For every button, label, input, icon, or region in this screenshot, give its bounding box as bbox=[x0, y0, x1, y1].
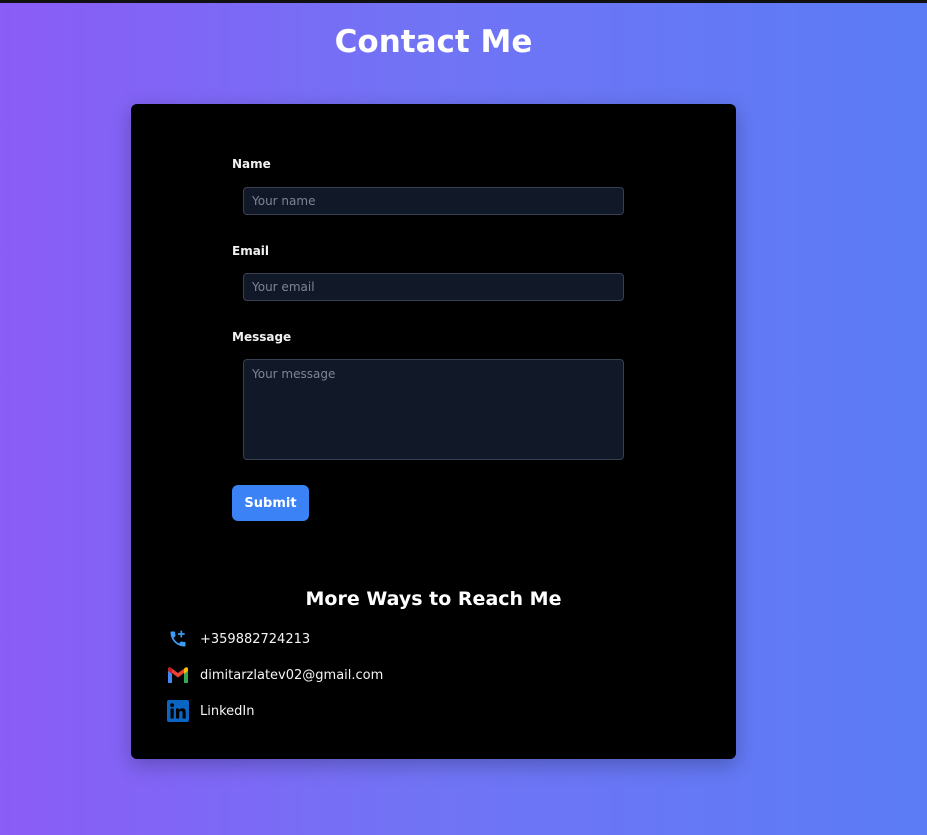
linkedin-contact-link[interactable]: LinkedIn bbox=[166, 700, 254, 722]
more-ways-title: More Ways to Reach Me bbox=[305, 588, 562, 610]
email-contact-link[interactable]: dimitarzlatev02@gmail.com bbox=[166, 664, 383, 686]
gmail-icon bbox=[166, 664, 190, 686]
contact-card: Name Email Message Submit More Ways to R… bbox=[131, 104, 736, 759]
page-title: Contact Me bbox=[334, 24, 533, 60]
email-label: Email bbox=[232, 244, 270, 258]
window-top-border bbox=[0, 0, 927, 3]
phone-number-text: +359882724213 bbox=[200, 631, 311, 647]
email-address-text: dimitarzlatev02@gmail.com bbox=[200, 667, 384, 683]
message-label: Message bbox=[232, 330, 292, 344]
linkedin-icon bbox=[166, 700, 190, 722]
linkedin-text: LinkedIn bbox=[200, 703, 255, 719]
message-textarea[interactable] bbox=[243, 359, 624, 460]
phone-icon bbox=[166, 628, 190, 650]
name-label: Name bbox=[232, 157, 271, 171]
phone-contact-link[interactable]: +359882724213 bbox=[166, 628, 310, 650]
submit-button[interactable]: Submit bbox=[232, 485, 309, 521]
name-input[interactable] bbox=[243, 187, 624, 215]
email-input[interactable] bbox=[243, 273, 624, 301]
